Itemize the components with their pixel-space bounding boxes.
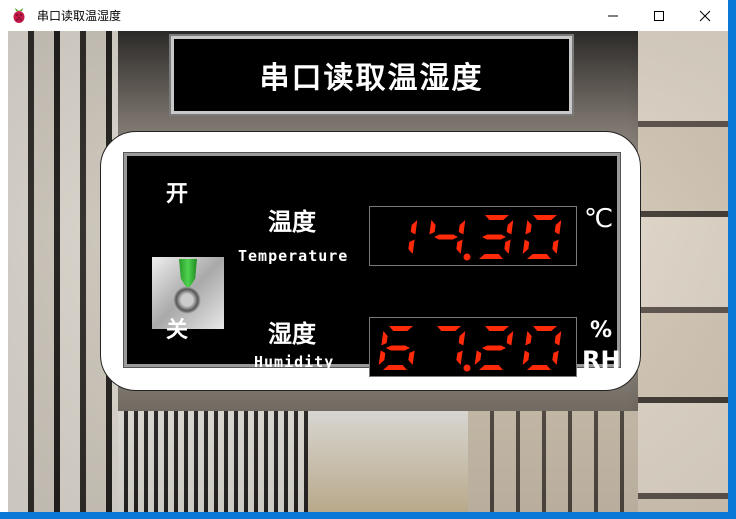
segment-c	[408, 239, 415, 254]
raspberry-pi-icon	[13, 8, 25, 23]
segment-f	[429, 220, 436, 235]
humidity-display	[369, 317, 577, 377]
toggle-base-icon	[173, 286, 201, 314]
segment-a	[533, 326, 557, 331]
segment-d	[527, 365, 551, 370]
segment-e	[378, 350, 386, 365]
segment-b	[410, 220, 418, 235]
segment-a	[485, 326, 509, 331]
digit-1	[408, 220, 418, 254]
header-panel: 串口读取温湿度	[169, 34, 574, 116]
segment-d	[527, 254, 551, 259]
close-icon	[699, 10, 711, 21]
segment-g	[434, 234, 458, 240]
app-window: 串口读取温湿度 串口读取温湿度 开 关 温度 Temperature ℃ 湿度 …	[0, 0, 728, 512]
maximize-button[interactable]	[636, 0, 682, 31]
humidity-unit-rh: RH	[582, 346, 621, 374]
segment-a	[485, 215, 509, 220]
background-shelf-bottom-right	[468, 411, 638, 512]
segment-d	[479, 365, 503, 370]
maximize-icon	[654, 10, 664, 21]
humidity-label-en: Humidity	[254, 353, 335, 371]
digit-0	[522, 215, 562, 259]
digit-3	[479, 215, 514, 259]
segment-c	[552, 350, 559, 365]
segment-b	[554, 220, 562, 235]
minimize-icon	[608, 15, 618, 16]
title-bar[interactable]: 串口读取温湿度	[0, 0, 728, 31]
temperature-label-en: Temperature	[238, 247, 349, 265]
minimize-button[interactable]	[590, 0, 636, 31]
window-title: 串口读取温湿度	[37, 9, 122, 23]
segment-c	[408, 350, 415, 365]
temperature-unit: ℃	[584, 204, 614, 234]
segment-b	[554, 331, 562, 346]
segment-f	[525, 220, 532, 235]
humidity-label-cn: 湿度	[268, 320, 316, 348]
segment-e	[474, 350, 482, 365]
background-shelf-bottom-left	[118, 411, 308, 512]
segment-c	[552, 239, 559, 254]
segment-f	[381, 331, 388, 346]
segment-g	[482, 234, 506, 240]
background-aisle	[308, 411, 468, 512]
segment-f	[525, 331, 532, 346]
segment-e	[522, 350, 530, 365]
segment-g	[386, 345, 410, 351]
segment-d	[383, 365, 407, 370]
segment-g	[482, 345, 506, 351]
switch-off-label: 关	[166, 318, 189, 343]
seven-segment-digits	[378, 326, 562, 372]
segment-c	[504, 239, 511, 254]
segment-b	[458, 331, 466, 346]
temperature-label-cn: 温度	[268, 208, 316, 236]
decimal-point	[463, 364, 471, 372]
segment-b	[506, 220, 514, 235]
segment-b	[458, 220, 466, 235]
digit-0	[522, 326, 562, 370]
temperature-display	[369, 206, 577, 266]
segment-a	[437, 326, 461, 331]
segment-d	[479, 254, 503, 259]
toggle-lever-icon	[179, 259, 197, 287]
digit-6	[378, 326, 415, 370]
digit-7	[437, 326, 466, 365]
decimal-point	[463, 253, 471, 261]
segment-a	[533, 215, 557, 220]
segment-b	[506, 331, 514, 346]
segment-a	[389, 326, 413, 331]
segment-e	[522, 239, 530, 254]
humidity-unit-percent: %	[590, 318, 613, 343]
segment-c	[456, 350, 463, 365]
page-title: 串口读取温湿度	[259, 61, 484, 96]
close-button[interactable]	[682, 0, 728, 31]
seven-segment-digits	[408, 215, 562, 261]
background-shelf-right	[638, 31, 728, 512]
digit-2	[474, 326, 514, 370]
switch-on-label: 开	[166, 182, 189, 207]
digit-4	[429, 220, 466, 254]
segment-c	[456, 239, 463, 254]
